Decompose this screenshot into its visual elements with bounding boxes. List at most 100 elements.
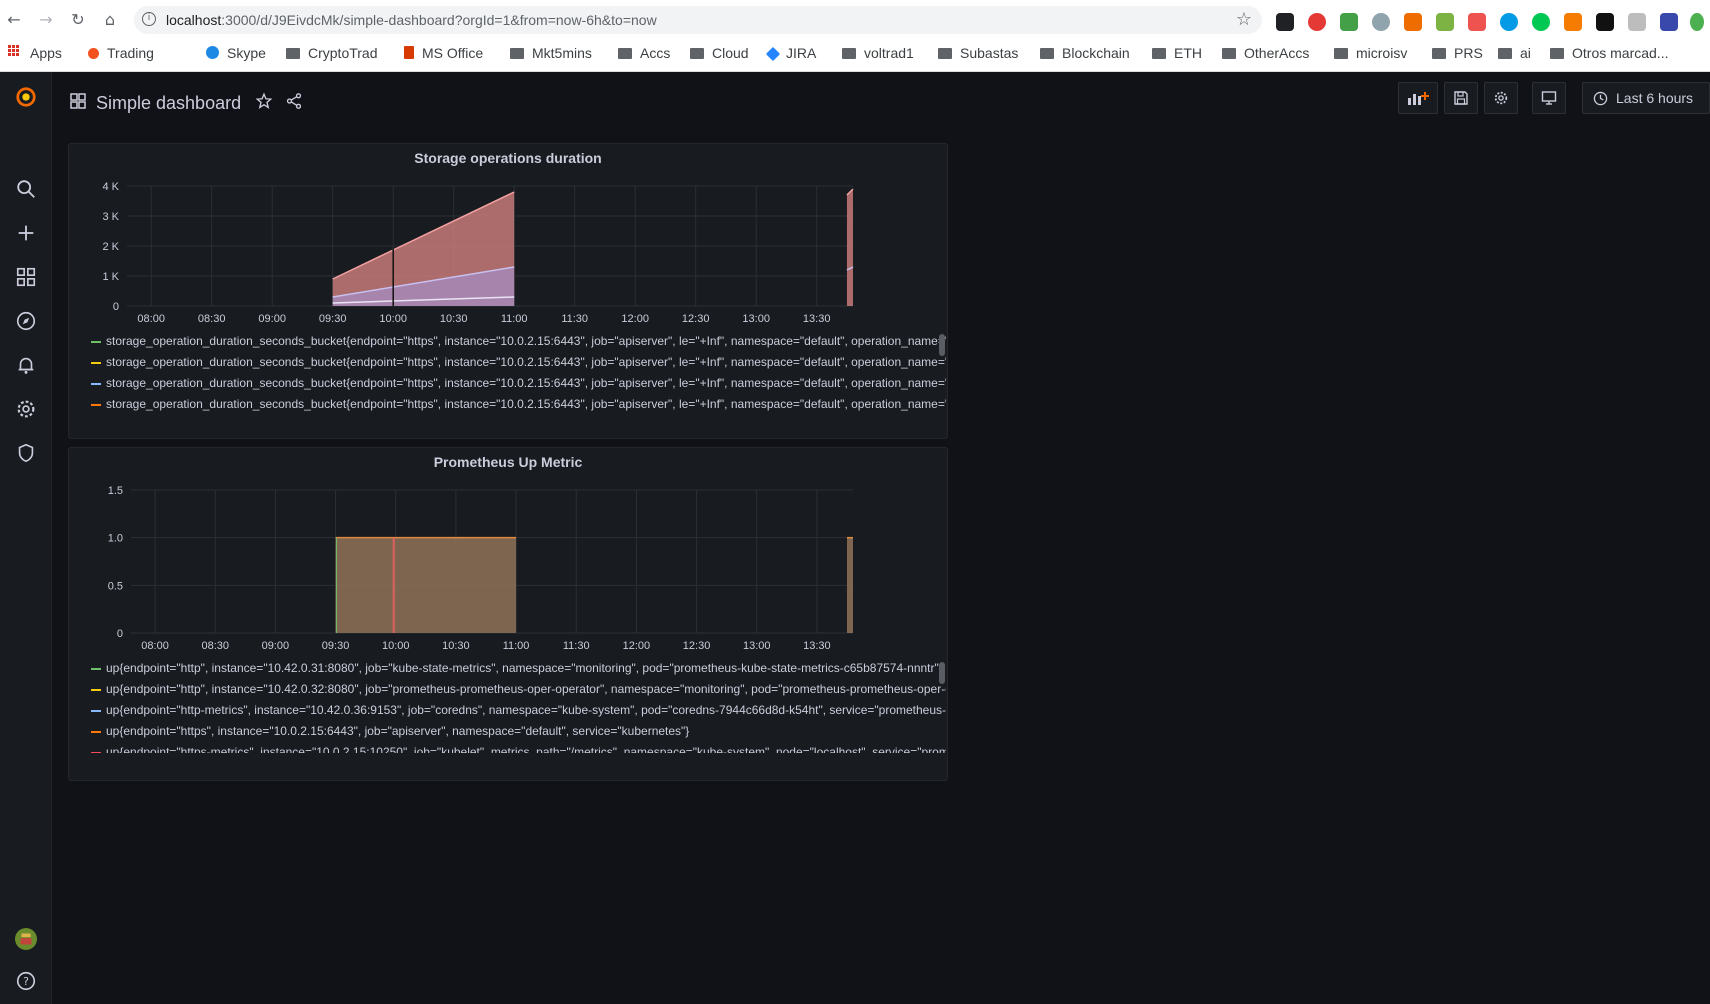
bookmark-accs[interactable]: Accs (618, 43, 670, 63)
legend-scrollbar[interactable] (939, 334, 945, 356)
legend-item[interactable]: up{endpoint="http", instance="10.42.0.32… (89, 680, 951, 701)
trading-icon (88, 48, 99, 59)
metamask-icon[interactable] (1564, 13, 1582, 31)
help-icon[interactable]: ? (13, 968, 39, 994)
clock-icon (1593, 91, 1608, 105)
extension-icon[interactable] (1690, 13, 1704, 31)
configuration-gear-icon[interactable] (13, 396, 39, 422)
extension-icon[interactable] (1340, 13, 1358, 31)
folder-icon (286, 48, 300, 59)
extension-icon[interactable] (1532, 13, 1550, 31)
bookmark-label: microisv (1356, 45, 1408, 61)
legend-series-label[interactable]: up{endpoint="https-metrics", instance="1… (106, 745, 946, 753)
star-icon[interactable] (255, 92, 273, 115)
folder-icon (1222, 48, 1236, 59)
panel-legend: up{endpoint="http", instance="10.42.0.31… (89, 659, 951, 753)
legend-item[interactable]: storage_operation_duration_seconds_bucke… (89, 332, 951, 353)
bookmark-label: Skype (227, 45, 266, 61)
user-avatar[interactable] (13, 926, 39, 952)
legend-item[interactable]: up{endpoint="http", instance="10.42.0.31… (89, 659, 951, 680)
folder-icon (842, 48, 856, 59)
save-icon (1454, 91, 1468, 105)
bookmark-ai[interactable]: ai (1498, 43, 1531, 63)
legend-item[interactable]: up{endpoint="http-metrics", instance="10… (89, 701, 951, 722)
extension-icon[interactable] (1468, 13, 1486, 31)
url-text[interactable]: localhost:3000/d/J9EivdcMk/simple-dashbo… (166, 12, 657, 28)
dashboards-icon[interactable] (13, 264, 39, 290)
bookmark-cryptotrad[interactable]: CryptoTrad (286, 43, 378, 63)
legend-item[interactable]: storage_operation_duration_seconds_bucke… (89, 353, 951, 374)
bookmark-jira[interactable]: JIRA (765, 43, 816, 63)
extension-icon[interactable] (1372, 13, 1390, 31)
dashboard-settings-button[interactable] (1484, 82, 1518, 114)
back-icon[interactable]: ← (2, 8, 26, 32)
legend-series-label[interactable]: storage_operation_duration_seconds_bucke… (106, 376, 946, 390)
bookmark-trading[interactable]: Trading (88, 43, 154, 63)
bookmark-other[interactable]: Otros marcad... (1550, 43, 1668, 63)
x-tick-label: 08:00 (141, 640, 169, 652)
tv-mode-button[interactable] (1532, 82, 1566, 114)
extension-icon[interactable] (1596, 13, 1614, 31)
panel-storage-operations[interactable]: Storage operations duration 08:00 08:30 09… (68, 143, 948, 439)
bookmark-voltrad1[interactable]: voltrad1 (842, 43, 914, 63)
bookmark-star-icon[interactable]: ☆ (1236, 9, 1252, 30)
add-panel-button[interactable] (1398, 82, 1438, 114)
legend-series-label[interactable]: up{endpoint="http", instance="10.42.0.32… (106, 682, 946, 696)
bookmark-blockchain[interactable]: Blockchain (1040, 43, 1130, 63)
area-up-segment (335, 537, 517, 633)
legend-series-label[interactable]: up{endpoint="http", instance="10.42.0.31… (106, 661, 946, 675)
extension-icon[interactable] (1500, 13, 1518, 31)
bookmark-skype[interactable]: Skype (206, 43, 266, 63)
legend-series-label[interactable]: storage_operation_duration_seconds_bucke… (106, 355, 946, 369)
time-picker-button[interactable]: Last 6 hours (1582, 82, 1710, 114)
alerting-bell-icon[interactable] (13, 352, 39, 378)
bookmark-mkt5mins[interactable]: Mkt5mins (510, 43, 592, 63)
bookmark-cloud[interactable]: Cloud (690, 43, 749, 63)
forward-icon[interactable]: → (34, 8, 58, 32)
legend-color-swatch (91, 731, 101, 733)
legend-scrollbar[interactable] (939, 662, 945, 684)
folder-icon (1550, 48, 1564, 59)
x-tick-label: 09:30 (322, 640, 350, 652)
share-icon[interactable] (285, 92, 303, 115)
extension-icon[interactable] (1404, 13, 1422, 31)
grafana-logo-icon[interactable] (13, 84, 39, 110)
plus-icon[interactable] (13, 220, 39, 246)
server-admin-shield-icon[interactable] (13, 440, 39, 466)
legend-item[interactable]: storage_operation_duration_seconds_bucke… (89, 374, 951, 395)
dashboard-title[interactable]: Simple dashboard (96, 93, 241, 114)
panel-prometheus-up[interactable]: Prometheus Up Metric 08:00 08:30 09:00 09:3… (68, 447, 948, 781)
legend-series-label[interactable]: storage_operation_duration_seconds_bucke… (106, 334, 946, 348)
extension-icon[interactable] (1660, 13, 1678, 31)
explore-compass-icon[interactable] (13, 308, 39, 334)
bookmark-microisv[interactable]: microisv (1334, 43, 1407, 63)
legend-series-label[interactable]: up{endpoint="http-metrics", instance="10… (106, 703, 946, 717)
extension-icon[interactable] (1628, 13, 1646, 31)
bookmark-prs[interactable]: PRS (1432, 43, 1483, 63)
storage-operations-chart[interactable]: 08:00 08:30 09:00 09:30 10:00 10:30 11:00 11:30… (69, 144, 949, 344)
legend-series-label[interactable]: storage_operation_duration_seconds_bucke… (106, 397, 946, 411)
x-tick-label: 11:00 (503, 640, 530, 652)
bookmark-ms-office[interactable]: MS Office (404, 43, 483, 63)
extension-icon[interactable] (1276, 13, 1294, 31)
extension-icon[interactable] (1436, 13, 1454, 31)
save-dashboard-button[interactable] (1444, 82, 1478, 114)
reload-icon[interactable]: ↻ (66, 8, 90, 32)
bookmark-otheraccs[interactable]: OtherAccs (1222, 43, 1309, 63)
search-icon[interactable] (13, 176, 39, 202)
site-info-icon[interactable]: i (142, 12, 156, 26)
dashboard-grid-icon[interactable] (70, 92, 86, 114)
address-bar[interactable]: i localhost:3000/d/J9EivdcMk/simple-dash… (134, 6, 1262, 34)
legend-item[interactable]: storage_operation_duration_seconds_bucke… (89, 395, 951, 416)
bookmark-label: Accs (640, 45, 671, 61)
home-icon[interactable]: ⌂ (98, 8, 122, 32)
prometheus-up-chart[interactable]: 08:00 08:30 09:00 09:30 10:00 10:30 11:00 11:30… (69, 448, 949, 663)
legend-item[interactable]: up{endpoint="https", instance="10.0.2.15… (89, 722, 951, 743)
adblock-icon[interactable] (1308, 13, 1326, 31)
legend-item[interactable]: up{endpoint="https-metrics", instance="1… (89, 743, 951, 753)
bookmark-subastas[interactable]: Subastas (938, 43, 1018, 63)
legend-series-label[interactable]: up{endpoint="https", instance="10.0.2.15… (106, 724, 946, 738)
bookmark-eth[interactable]: ETH (1152, 43, 1202, 63)
bookmark-apps[interactable]: Apps (8, 43, 62, 63)
url-path: :3000/d/J9EivdcMk/simple-dashboard?orgId… (221, 12, 657, 28)
